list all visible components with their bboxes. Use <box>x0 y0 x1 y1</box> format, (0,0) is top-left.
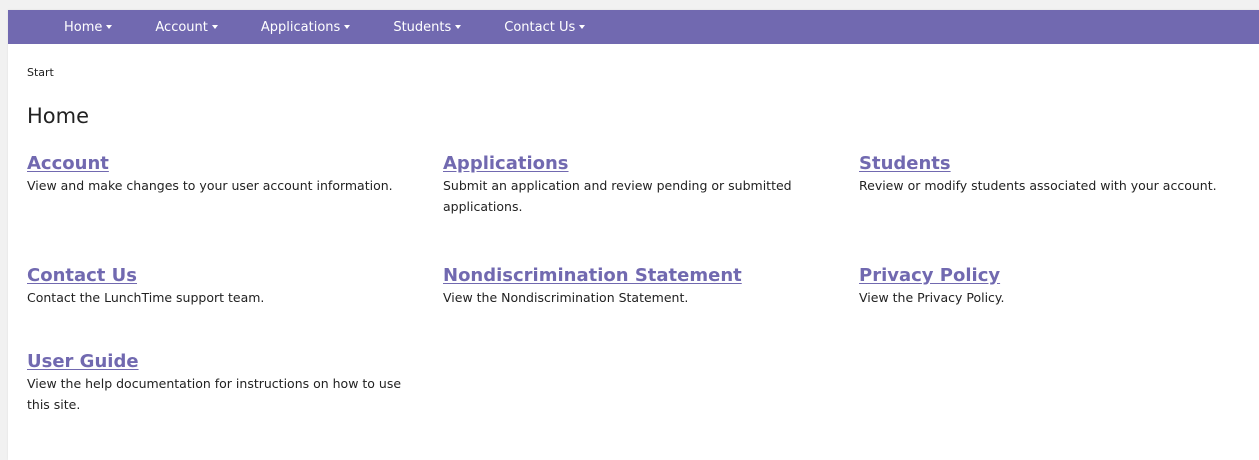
user-guide-link[interactable]: User Guide <box>27 351 407 373</box>
nav-account-label: Account <box>155 19 208 35</box>
account-description: View and make changes to your user accou… <box>27 178 393 193</box>
privacy-policy-description: View the Privacy Policy. <box>859 290 1005 305</box>
nav-contact-menu[interactable]: Contact Us <box>504 19 586 35</box>
nav-applications-label: Applications <box>260 19 341 35</box>
card-contact-us: Contact Us Contact the LunchTime support… <box>27 265 427 308</box>
contact-us-link[interactable]: Contact Us <box>27 265 427 287</box>
nav-contact-label: Contact Us <box>504 19 576 35</box>
user-guide-description: View the help documentation for instruct… <box>27 376 402 412</box>
nondiscrimination-link[interactable]: Nondiscrimination Statement <box>443 265 843 287</box>
nav-applications-menu[interactable]: Applications <box>260 19 351 35</box>
students-link[interactable]: Students <box>859 153 1254 175</box>
nondiscrimination-description: View the Nondiscrimination Statement. <box>443 290 689 305</box>
card-user-guide: User Guide View the help documentation f… <box>27 351 407 415</box>
card-nondiscrimination: Nondiscrimination Statement View the Non… <box>443 265 843 308</box>
students-description: Review or modify students associated wit… <box>859 178 1217 193</box>
caret-down-icon <box>344 25 351 29</box>
caret-down-icon <box>455 25 462 29</box>
applications-link[interactable]: Applications <box>443 153 843 175</box>
card-account: Account View and make changes to your us… <box>27 153 427 196</box>
account-link[interactable]: Account <box>27 153 427 175</box>
privacy-policy-link[interactable]: Privacy Policy <box>859 265 1259 287</box>
page-title: Home <box>27 104 90 128</box>
caret-down-icon <box>211 25 218 29</box>
card-students: Students Review or modify students assoc… <box>859 153 1254 196</box>
page-container: Home Account Applications Students Conta… <box>8 10 1259 460</box>
nav-account-menu[interactable]: Account <box>155 20 218 35</box>
applications-description: Submit an application and review pending… <box>443 178 792 214</box>
contact-us-description: Contact the LunchTime support team. <box>27 290 265 305</box>
breadcrumb: Start <box>27 66 54 79</box>
nav-students-menu[interactable]: Students <box>393 19 462 35</box>
caret-down-icon <box>579 25 586 29</box>
nav-students-label: Students <box>393 19 452 35</box>
nav-home-label: Home <box>64 19 103 35</box>
card-applications: Applications Submit an application and r… <box>443 153 843 217</box>
card-privacy-policy: Privacy Policy View the Privacy Policy. <box>859 265 1259 308</box>
nav-home-menu[interactable]: Home <box>64 19 113 35</box>
top-navbar: Home Account Applications Students Conta… <box>8 10 1259 44</box>
caret-down-icon <box>106 25 113 29</box>
